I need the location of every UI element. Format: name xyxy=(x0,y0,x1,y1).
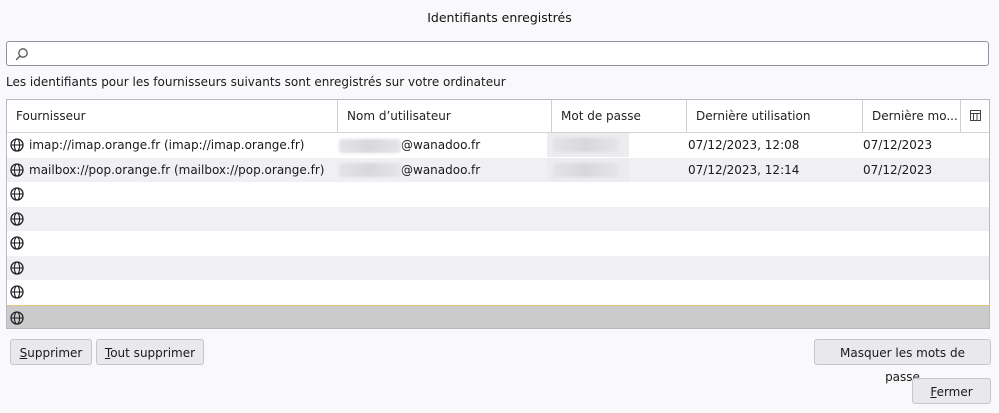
globe-icon xyxy=(10,310,24,325)
password-cell xyxy=(547,157,629,182)
window-title: Identifiants enregistrés xyxy=(427,10,572,25)
column-picker[interactable] xyxy=(960,100,989,132)
close-button[interactable]: Fermer xyxy=(912,378,991,404)
redacted-password xyxy=(553,162,619,177)
username-domain: @wanadoo.fr xyxy=(401,138,481,152)
column-header-password[interactable]: Mot de passe xyxy=(551,100,686,132)
table-row-selected[interactable] xyxy=(7,304,989,328)
username-domain: @wanadoo.fr xyxy=(401,162,481,177)
search-input[interactable] xyxy=(6,41,989,66)
globe-icon xyxy=(10,236,24,250)
hide-passwords-button[interactable]: Masquer les mots de passe xyxy=(814,339,991,384)
last-used-cell: 07/12/2023, 12:14 xyxy=(688,162,800,177)
column-header-last-used[interactable]: Dernière utilisation xyxy=(686,100,862,132)
column-header-last-modified[interactable]: Dernière mo... xyxy=(862,100,960,132)
redacted-username xyxy=(339,138,401,153)
last-modified-cell: 07/12/2023 xyxy=(863,162,933,177)
globe-icon xyxy=(10,211,24,226)
column-header-provider[interactable]: Fournisseur xyxy=(7,100,337,132)
table-row[interactable] xyxy=(7,182,989,207)
column-header-username[interactable]: Nom d’utilisateur xyxy=(337,100,551,132)
table-row[interactable] xyxy=(7,255,989,280)
last-used-cell: 07/12/2023, 12:08 xyxy=(688,138,800,152)
provider-cell: mailbox://pop.orange.fr (mailbox://pop.o… xyxy=(29,162,325,177)
logins-table[interactable]: Fournisseur Nom d’utilisateur Mot de pas… xyxy=(6,99,990,329)
remove-label: upprimer xyxy=(27,346,83,360)
redacted-username xyxy=(339,163,401,177)
last-modified-cell: 07/12/2023 xyxy=(863,138,933,152)
info-text: Les identifiants pour les fournisseurs s… xyxy=(6,75,506,89)
column-picker-icon xyxy=(970,110,981,121)
globe-icon xyxy=(10,187,24,201)
globe-icon xyxy=(10,138,24,152)
table-row[interactable]: imap://imap.orange.fr (imap://imap.orang… xyxy=(7,133,989,158)
remove-all-button[interactable]: Tout supprimer xyxy=(96,339,204,365)
table-header: Fournisseur Nom d’utilisateur Mot de pas… xyxy=(7,100,989,133)
table-row[interactable]: mailbox://pop.orange.fr (mailbox://pop.o… xyxy=(7,157,989,182)
globe-icon xyxy=(10,260,24,275)
provider-cell: imap://imap.orange.fr (imap://imap.orang… xyxy=(29,138,305,152)
table-row[interactable] xyxy=(7,231,989,256)
globe-icon xyxy=(10,285,24,299)
username-cell: @wanadoo.fr xyxy=(339,133,480,157)
search-icon xyxy=(15,48,28,61)
table-row[interactable] xyxy=(7,206,989,231)
close-label: ermer xyxy=(936,385,973,399)
remove-all-label: out supprimer xyxy=(110,346,196,360)
redacted-password xyxy=(553,138,619,152)
table-row[interactable] xyxy=(7,280,989,305)
password-cell xyxy=(547,133,629,157)
globe-icon xyxy=(10,162,24,177)
username-cell: @wanadoo.fr xyxy=(339,158,480,182)
remove-button[interactable]: Supprimer xyxy=(10,339,92,365)
